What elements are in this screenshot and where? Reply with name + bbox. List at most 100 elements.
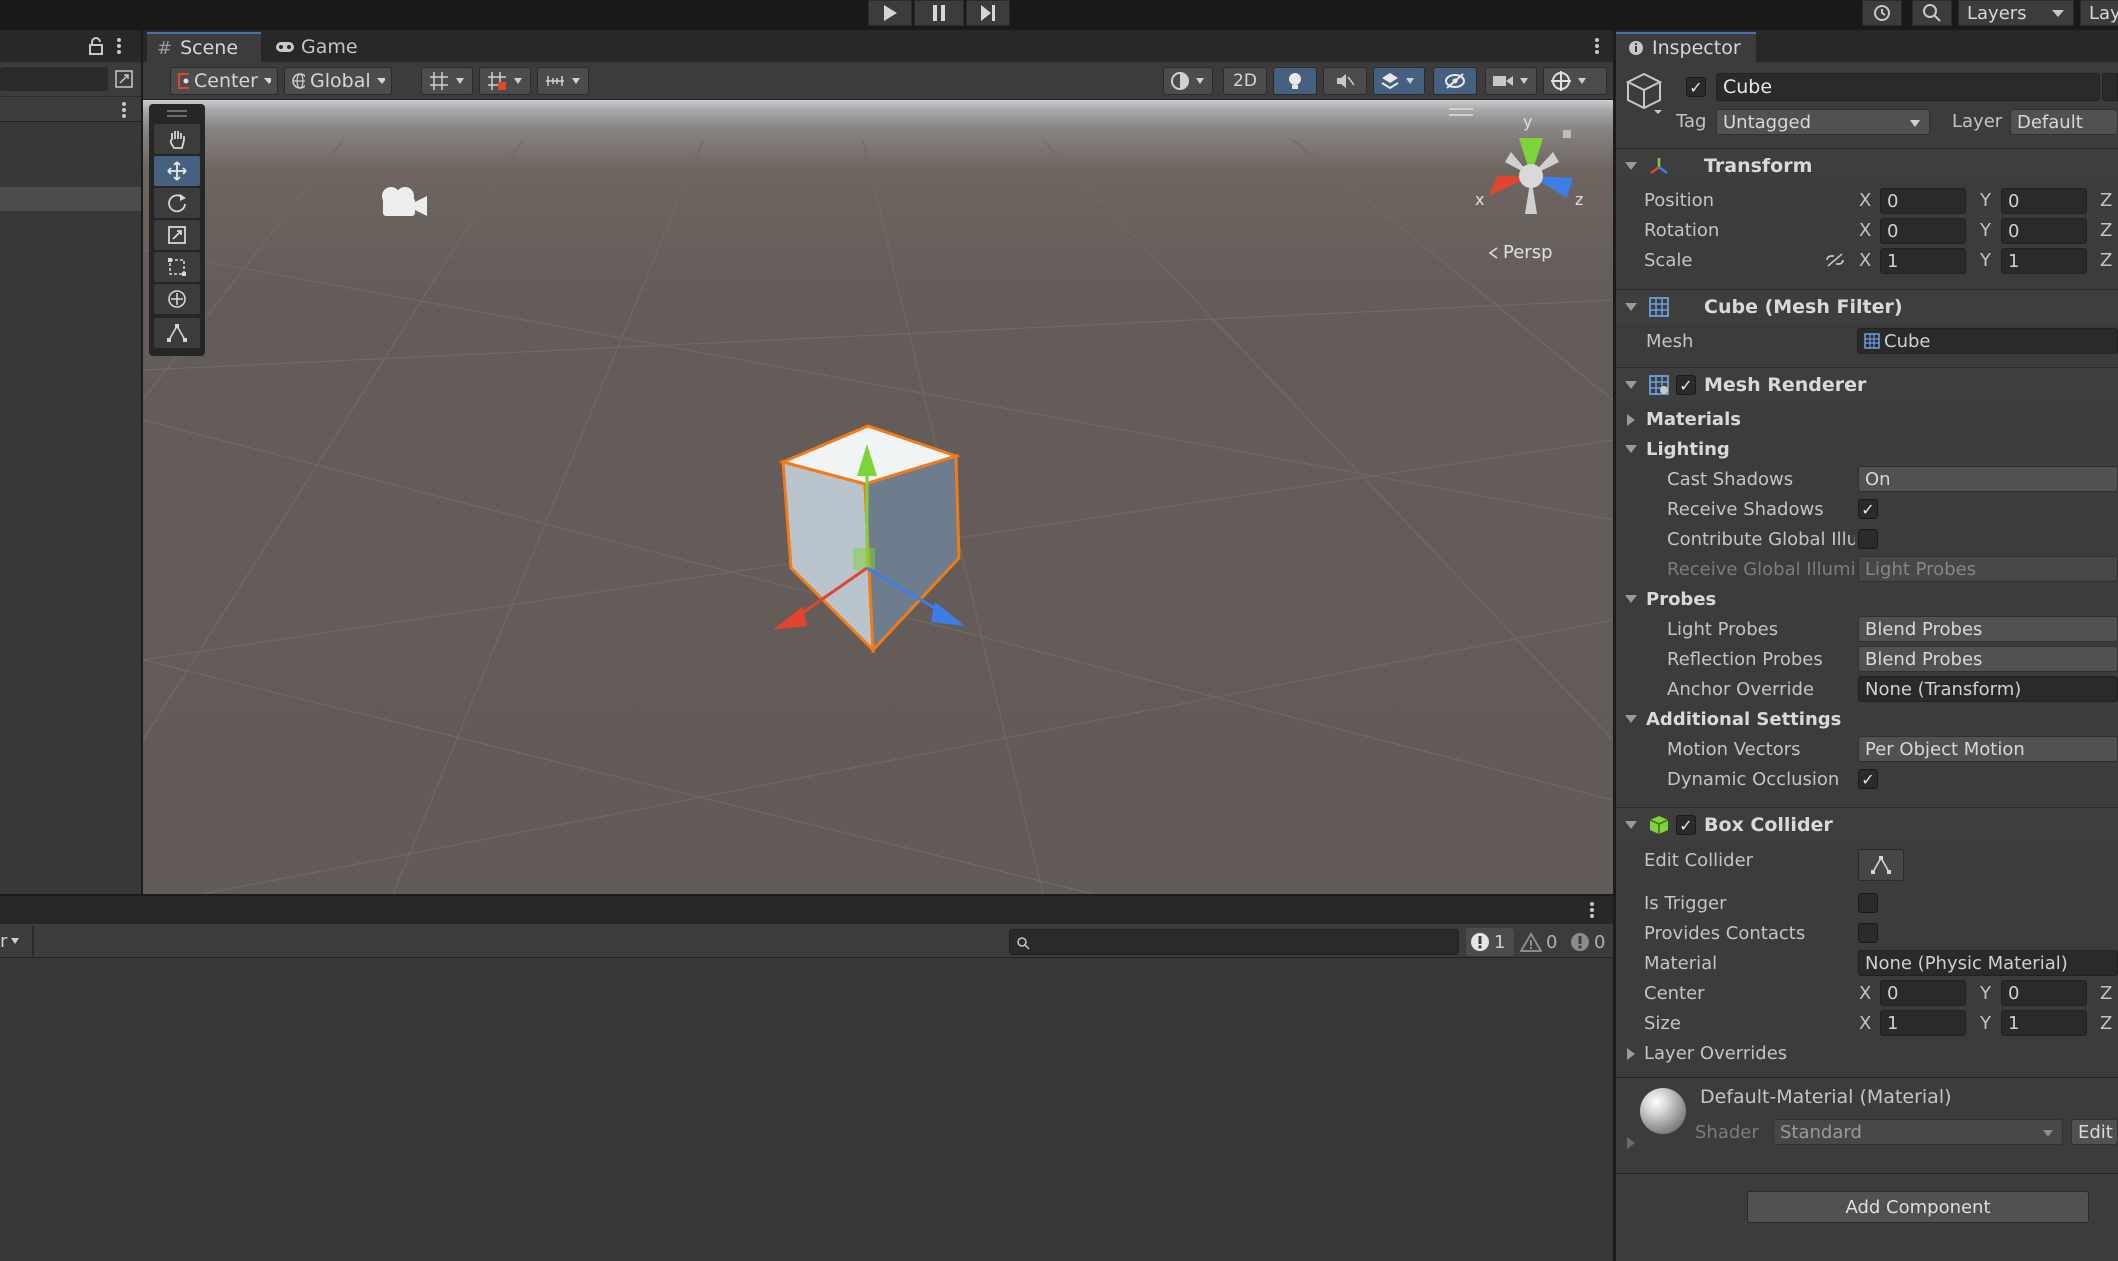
projection-toggle[interactable]: Persp [1487,242,1553,263]
layer-overrides-foldout[interactable]: Layer Overrides [1644,1043,1787,1064]
contribute-gi-checkbox[interactable] [1858,529,1878,549]
probes-foldout[interactable]: Probes [1646,589,1716,610]
foldout-expanded-icon[interactable] [1624,714,1638,724]
history-button[interactable] [1862,0,1902,26]
shader-edit-button[interactable]: Edit [2071,1119,2118,1145]
ruler-toggle[interactable] [537,67,589,95]
rotation-x-field[interactable]: 0 [1880,218,1966,244]
layer-dropdown[interactable]: Default [2010,109,2118,135]
tab-scene[interactable]: # Scene [147,32,261,62]
lighting-foldout[interactable]: Lighting [1646,439,1730,460]
scale-x-field[interactable]: 1 [1880,248,1966,274]
gizmos-dropdown[interactable] [1543,67,1607,95]
shader-dropdown[interactable]: Standard [1773,1119,2063,1145]
mesh-object-field[interactable]: Cube [1857,328,2118,354]
collider-material-field[interactable]: None (Physic Material) [1858,950,2118,976]
receive-shadows-checkbox[interactable]: ✓ [1858,499,1878,519]
overlay-menu-icon[interactable] [1449,108,1473,110]
tag-dropdown[interactable]: Untagged [1716,109,1930,135]
scale-tool[interactable] [154,220,200,250]
mesh-renderer-header[interactable]: ✓ Mesh Renderer [1616,367,2118,401]
kebab-menu-icon[interactable] [120,100,128,120]
gameobject-cube-icon[interactable] [1624,70,1664,114]
expand-icon[interactable] [114,69,134,89]
drag-handle[interactable] [167,110,187,112]
pause-button[interactable] [914,0,964,26]
foldout-expanded-icon[interactable] [1624,594,1638,604]
center-y-field[interactable]: 0 [2001,980,2087,1006]
draw-mode-dropdown[interactable] [1163,67,1213,95]
unlink-icon[interactable] [1824,252,1846,268]
hierarchy-search-input[interactable] [0,67,108,91]
rect-tool[interactable] [154,252,200,282]
kebab-menu-icon[interactable] [115,36,123,56]
2d-toggle[interactable]: 2D [1223,67,1267,95]
foldout-collapsed-icon[interactable] [1626,413,1636,427]
dynamic-occlusion-checkbox[interactable]: ✓ [1858,769,1878,789]
mesh-filter-header[interactable]: Cube (Mesh Filter) [1616,289,2118,323]
custom-tool[interactable] [154,318,200,348]
material-preview-sphere[interactable] [1640,1088,1686,1134]
incremental-snap-toggle[interactable] [479,67,531,95]
foldout-collapsed-icon[interactable] [1626,1047,1636,1061]
console-search-input[interactable] [1009,929,1459,955]
cast-shadows-dropdown[interactable]: On [1858,466,2118,492]
overlay-menu-icon[interactable] [1449,114,1473,116]
lighting-toggle[interactable] [1273,67,1317,95]
kebab-menu-icon[interactable] [1588,900,1596,920]
step-button[interactable] [966,0,1010,26]
play-button[interactable] [868,0,912,26]
transform-header[interactable]: Transform [1616,148,2118,182]
foldout-collapsed-icon[interactable] [1626,1136,1636,1150]
scene-viewport[interactable]: y x z Persp [143,100,1613,894]
rotation-y-field[interactable]: 0 [2001,218,2087,244]
layout-dropdown[interactable]: Lay [2080,0,2118,26]
box-collider-enabled-checkbox[interactable]: ✓ [1676,815,1696,835]
object-name-field[interactable]: Cube [1716,73,2100,101]
visibility-toggle[interactable] [1433,67,1477,95]
warning-filter-toggle[interactable]: 0 [1516,928,1564,956]
box-collider-header[interactable]: ✓ Box Collider [1616,807,2118,841]
hand-tool[interactable] [154,124,200,154]
grid-snap-toggle[interactable] [421,67,473,95]
error-filter-toggle[interactable]: 1 [1466,928,1514,956]
space-dropdown[interactable]: Global [284,67,392,95]
is-trigger-checkbox[interactable] [1858,893,1878,913]
orientation-gizmo[interactable] [1471,116,1591,226]
center-x-field[interactable]: 0 [1880,980,1966,1006]
anchor-override-field[interactable]: None (Transform) [1858,676,2118,702]
tab-game[interactable]: Game [267,32,367,62]
drag-handle[interactable] [167,115,187,117]
rotate-tool[interactable] [154,188,200,218]
console-log-area[interactable] [0,958,1613,1261]
edit-collider-button[interactable] [1858,849,1904,881]
additional-settings-foldout[interactable]: Additional Settings [1646,709,1841,730]
pivot-dropdown[interactable]: Center [170,67,278,95]
motion-vectors-dropdown[interactable]: Per Object Motion [1858,736,2118,762]
foldout-expanded-icon[interactable] [1624,444,1638,454]
tab-inspector[interactable]: Inspector [1616,32,1756,62]
add-component-button[interactable]: Add Component [1747,1191,2089,1223]
size-x-field[interactable]: 1 [1880,1010,1966,1036]
scale-y-field[interactable]: 1 [2001,248,2087,274]
materials-foldout[interactable]: Materials [1646,409,1741,430]
search-button[interactable] [1912,0,1952,26]
lock-icon[interactable] [88,36,104,56]
audio-toggle[interactable] [1323,67,1367,95]
provides-contacts-checkbox[interactable] [1858,923,1878,943]
mesh-renderer-enabled-checkbox[interactable]: ✓ [1676,375,1696,395]
info-filter-toggle[interactable]: 0 [1566,928,1612,956]
move-tool[interactable] [154,156,200,186]
position-x-field[interactable]: 0 [1880,188,1966,214]
size-y-field[interactable]: 1 [2001,1010,2087,1036]
selected-hierarchy-row[interactable] [0,187,141,211]
layers-dropdown[interactable]: Layers [1958,0,2074,26]
camera-gizmo-icon[interactable] [375,184,433,224]
cube-object[interactable] [703,338,1083,698]
active-checkbox[interactable]: ✓ [1686,77,1706,97]
kebab-menu-icon[interactable] [1593,36,1601,56]
light-probes-dropdown[interactable]: Blend Probes [1858,616,2118,642]
position-y-field[interactable]: 0 [2001,188,2087,214]
transform-tool[interactable] [154,284,200,314]
effects-toggle[interactable] [1373,67,1425,95]
